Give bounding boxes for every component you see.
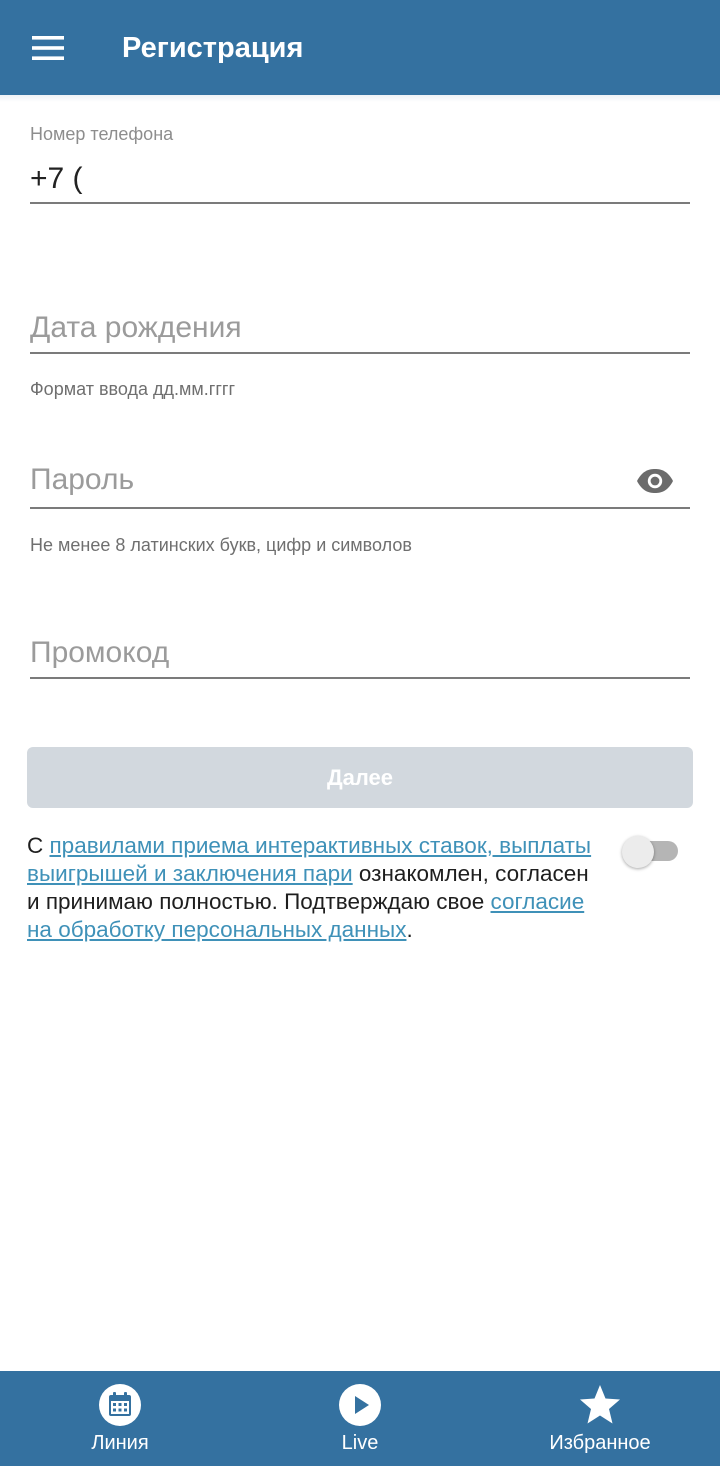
registration-screen: Регистрация Номер телефона +7 ( Дата рож… bbox=[0, 0, 720, 1466]
password-hint: Не менее 8 латинских букв, цифр и символ… bbox=[30, 535, 412, 555]
promo-underline bbox=[30, 677, 690, 679]
promo-field[interactable]: Промокод bbox=[30, 625, 690, 681]
password-field[interactable]: Пароль bbox=[30, 452, 690, 512]
nav-label-line: Линия bbox=[91, 1432, 149, 1454]
phone-label: Номер телефона bbox=[30, 124, 174, 144]
phone-underline bbox=[30, 202, 690, 204]
password-input[interactable]: Пароль bbox=[30, 462, 134, 498]
agreement-prefix: С bbox=[27, 833, 50, 858]
promo-input[interactable]: Промокод bbox=[30, 635, 169, 671]
birthdate-hint: Формат ввода дд.мм.гггг bbox=[30, 379, 236, 399]
password-visibility-toggle[interactable] bbox=[634, 466, 676, 496]
menu-icon bbox=[32, 36, 64, 60]
agreement-suffix: . bbox=[406, 917, 413, 942]
nav-item-favorites[interactable]: Избранное bbox=[500, 1371, 700, 1466]
nav-label-live: Live bbox=[341, 1432, 379, 1454]
app-bar-shadow bbox=[0, 95, 720, 102]
switch-thumb bbox=[622, 836, 654, 868]
next-button[interactable]: Далее bbox=[27, 747, 693, 808]
phone-input[interactable]: +7 ( bbox=[30, 161, 83, 197]
nav-item-line[interactable]: Линия bbox=[20, 1371, 220, 1466]
birthdate-field[interactable]: Дата рождения bbox=[30, 300, 690, 358]
app-bar: Регистрация bbox=[0, 0, 720, 95]
agreement-text: С правилами приема интерактивных ставок,… bbox=[27, 832, 597, 944]
play-icon bbox=[339, 1384, 381, 1426]
star-icon bbox=[580, 1385, 620, 1424]
password-underline bbox=[30, 507, 690, 509]
calendar-icon bbox=[99, 1384, 141, 1426]
eye-icon bbox=[637, 469, 673, 493]
page-title: Регистрация bbox=[122, 32, 304, 64]
phone-field[interactable]: Номер телефона +7 ( bbox=[30, 118, 690, 208]
birthdate-underline bbox=[30, 352, 690, 354]
nav-item-live[interactable]: Live bbox=[260, 1371, 460, 1466]
agreement-switch[interactable] bbox=[622, 836, 680, 868]
nav-label-favorites: Избранное bbox=[549, 1432, 651, 1454]
birthdate-input[interactable]: Дата рождения bbox=[30, 310, 242, 346]
menu-button[interactable] bbox=[22, 26, 74, 70]
bottom-nav: Линия Live Избранное bbox=[0, 1371, 720, 1466]
